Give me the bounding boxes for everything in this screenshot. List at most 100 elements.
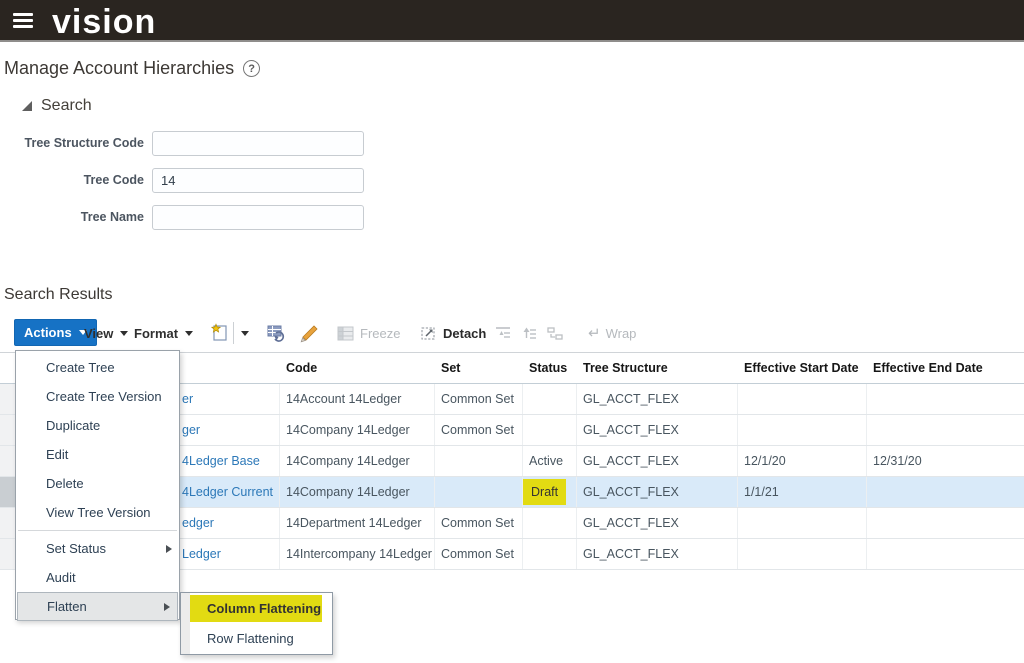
view-menu-label: View [84,326,113,341]
create-icon[interactable] [210,319,229,347]
search-section-title: Search [41,97,92,115]
cell-tree-structure: GL_ACCT_FLEX [577,446,738,476]
tree-code-input[interactable] [152,168,364,193]
cell-status: Active [523,446,577,476]
toolbar-separator [233,322,234,344]
cell-set: Common Set [435,539,523,569]
menu-item-audit[interactable]: Audit [16,563,179,592]
freeze-icon [337,326,354,341]
cell-code: 14Company 14Ledger [280,446,435,476]
row-header-cell[interactable] [0,508,16,538]
tree-name-label: Tree Name [0,210,152,224]
wrap-label: Wrap [606,326,637,341]
format-menu-button[interactable]: Format [134,319,193,347]
detach-button[interactable]: Detach [420,319,486,347]
cell-effective-start [738,508,867,538]
submenu-arrow-icon [164,603,170,611]
cell-tree-structure: GL_ACCT_FLEX [577,415,738,445]
tree-name-input[interactable] [152,205,364,230]
actions-menu-label: Actions [24,325,72,340]
tree-name-link[interactable]: edger [182,516,214,530]
cell-effective-start: 1/1/21 [738,477,867,507]
menu-separator [18,530,177,531]
hamburger-menu-icon[interactable] [13,13,33,29]
cell-status [523,384,577,414]
search-section-header[interactable]: Search [22,97,92,115]
tree-name-link[interactable]: er [182,392,193,406]
cell-status [523,539,577,569]
view-menu-button[interactable]: View [84,319,128,347]
row-header-cell[interactable] [0,539,16,569]
cell-tree-structure: GL_ACCT_FLEX [577,539,738,569]
menu-item-label: Set Status [46,541,106,556]
cell-set: Common Set [435,508,523,538]
submenu-arrow-icon [166,545,172,553]
page-title: Manage Account Hierarchies [4,58,234,79]
tree-name-link[interactable]: 4Ledger Base [182,454,260,468]
flatten-submenu: Column Flattening Row Flattening [180,592,333,655]
cell-effective-start [738,415,867,445]
tree-code-label: Tree Code [0,173,152,187]
menu-item-duplicate[interactable]: Duplicate [16,411,179,440]
row-header-cell[interactable] [0,384,16,414]
column-header-effective-end-date[interactable]: Effective End Date [867,353,1024,383]
disclosure-expanded-icon [22,101,32,111]
submenu-item-row-flattening[interactable]: Row Flattening [190,625,332,652]
menu-item-view-tree-version[interactable]: View Tree Version [16,498,179,527]
tree-structure-code-label: Tree Structure Code [0,136,152,150]
status-badge-highlighted: Draft [523,479,566,505]
column-header-effective-start-date[interactable]: Effective Start Date [738,353,867,383]
create-dropdown-icon[interactable] [241,319,249,347]
cell-set [435,446,523,476]
menu-item-set-status[interactable]: Set Status [16,534,179,563]
submenu-item-column-flattening-highlighted[interactable]: Column Flattening [190,595,322,622]
edit-pencil-icon[interactable] [298,319,319,347]
detach-label: Detach [443,326,486,341]
cell-effective-end [867,508,1024,538]
menu-item-edit[interactable]: Edit [16,440,179,469]
actions-dropdown-menu: Create Tree Create Tree Version Duplicat… [15,350,180,620]
cell-effective-start: 12/1/20 [738,446,867,476]
cell-tree-structure: GL_ACCT_FLEX [577,384,738,414]
freeze-button-disabled: Freeze [337,319,400,347]
menu-item-flatten[interactable]: Flatten [17,592,178,621]
app-logo: vision [52,1,156,43]
menu-item-create-tree[interactable]: Create Tree [16,353,179,382]
column-header-set[interactable]: Set [435,353,523,383]
row-header-cell[interactable] [0,415,16,445]
row-header-cell[interactable] [0,446,16,476]
column-header-status[interactable]: Status [523,353,577,383]
tree-name-link[interactable]: ger [182,423,200,437]
show-as-top-icon [547,326,563,341]
cell-code: 14Intercompany 14Ledger [280,539,435,569]
row-header-cell[interactable] [0,477,16,507]
cell-effective-start [738,384,867,414]
cell-set: Common Set [435,415,523,445]
chevron-down-icon [120,331,128,336]
submenu-icon-gutter [181,593,190,654]
cell-effective-end [867,415,1024,445]
sync-table-icon[interactable] [266,319,287,347]
column-header-code[interactable]: Code [280,353,435,383]
app-header: vision [0,0,1024,42]
cell-effective-end [867,539,1024,569]
cell-status [523,508,577,538]
cell-tree-structure: GL_ACCT_FLEX [577,508,738,538]
tree-name-link[interactable]: 4Ledger Current [182,485,273,499]
tree-name-link[interactable]: Ledger [182,547,221,561]
go-to-top-icon [495,326,511,341]
cell-set: Common Set [435,384,523,414]
cell-effective-end: 12/31/20 [867,446,1024,476]
cell-effective-start [738,539,867,569]
tree-navigation-icons-disabled [495,319,573,347]
menu-item-create-tree-version[interactable]: Create Tree Version [16,382,179,411]
cell-code: 14Company 14Ledger [280,477,435,507]
menu-item-delete[interactable]: Delete [16,469,179,498]
freeze-label: Freeze [360,326,400,341]
tree-structure-code-input[interactable] [152,131,364,156]
cell-set [435,477,523,507]
help-icon[interactable]: ? [243,60,260,77]
cell-code: 14Company 14Ledger [280,415,435,445]
format-menu-label: Format [134,326,178,341]
column-header-tree-structure[interactable]: Tree Structure [577,353,738,383]
